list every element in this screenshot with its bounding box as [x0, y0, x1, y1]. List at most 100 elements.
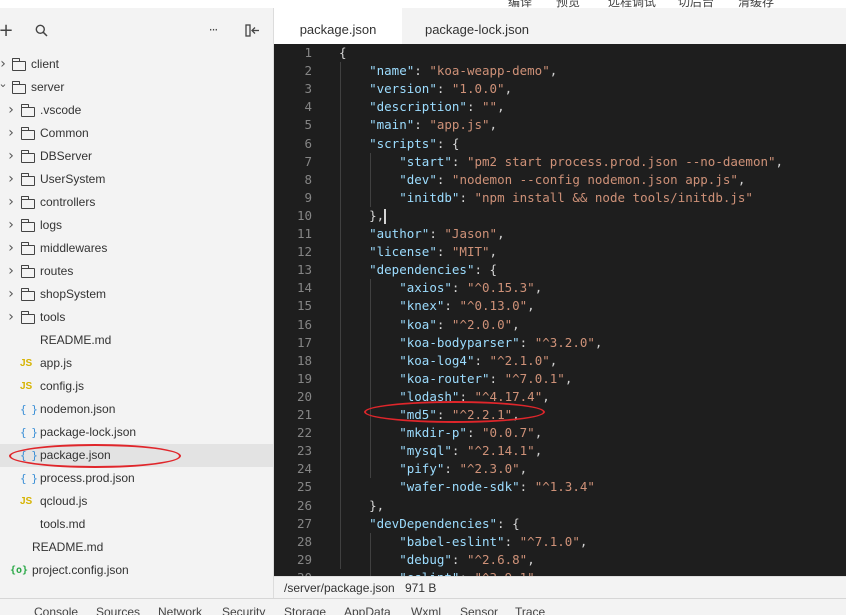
tree-item[interactable]: › client: [0, 53, 273, 76]
code-text: "pify": "^2.3.0",: [339, 460, 527, 478]
top-toolbar-item[interactable]: 清缓存: [738, 0, 774, 8]
folder-icon: [21, 173, 35, 186]
code-line[interactable]: 21 "md5": "^2.2.1",: [274, 406, 846, 424]
code-line[interactable]: 19 "koa-router": "^7.0.1",: [274, 370, 846, 388]
code-line[interactable]: 27 "devDependencies": {: [274, 515, 846, 533]
tree-item[interactable]: › shopSystem: [0, 283, 273, 306]
code-line[interactable]: 6 "scripts": {: [274, 135, 846, 153]
code-token: "axios": [399, 280, 452, 296]
tab-package-json[interactable]: package.json: [274, 8, 402, 44]
code-line[interactable]: 14 "axios": "^0.15.3",: [274, 279, 846, 297]
file-icon: [20, 334, 30, 346]
chevron-right-icon[interactable]: ›: [6, 283, 16, 306]
more-button[interactable]: ···: [202, 16, 224, 44]
tree-item[interactable]: ⌄ server: [0, 76, 273, 99]
code-text: "wafer-node-sdk": "^1.3.4": [339, 478, 595, 496]
tree-item[interactable]: { } process.prod.json: [0, 467, 273, 490]
code-token: "^2.6.8": [466, 551, 528, 567]
code-line[interactable]: 17 "koa-bodyparser": "^3.2.0",: [274, 334, 846, 352]
tree-item[interactable]: › Common: [0, 122, 273, 145]
tree-item[interactable]: › UserSystem: [0, 168, 273, 191]
chevron-right-icon[interactable]: ›: [6, 214, 16, 237]
tree-item[interactable]: tools.md: [0, 513, 273, 536]
top-toolbar-item[interactable]: 远程调试: [608, 0, 656, 8]
code-token: },: [339, 497, 385, 513]
folder-icon: [21, 311, 35, 324]
chevron-right-icon[interactable]: ›: [6, 260, 16, 283]
tree-item[interactable]: › tools: [0, 306, 273, 329]
chevron-right-icon[interactable]: ›: [6, 168, 16, 191]
code-line[interactable]: 8 "dev": "nodemon --config nodemon.json …: [274, 171, 846, 189]
tab-package-lock-json[interactable]: package-lock.json: [402, 8, 552, 44]
code-line[interactable]: 1{: [274, 44, 846, 62]
code-line[interactable]: 10 },: [274, 207, 846, 225]
code-line[interactable]: 26 },: [274, 497, 846, 515]
tree-item[interactable]: › routes: [0, 260, 273, 283]
code-line[interactable]: 16 "koa": "^2.0.0",: [274, 316, 846, 334]
code-line[interactable]: 11 "author": "Jason",: [274, 225, 846, 243]
code-line[interactable]: 18 "koa-log4": "^2.1.0",: [274, 352, 846, 370]
code-line[interactable]: 4 "description": "",: [274, 98, 846, 116]
tree-item[interactable]: README.md: [0, 536, 273, 559]
code-line[interactable]: 30 "eslint": "^3.9.1",: [274, 569, 846, 576]
chevron-right-icon[interactable]: ›: [6, 306, 16, 329]
collapse-panel-button[interactable]: [242, 16, 262, 44]
line-number: 24: [296, 461, 312, 477]
chevron-down-icon[interactable]: ⌄: [0, 72, 8, 95]
search-button[interactable]: [32, 16, 50, 44]
top-toolbar-item[interactable]: 预览: [556, 0, 580, 8]
line-number: 17: [296, 334, 312, 350]
tree-item[interactable]: JS app.js: [0, 352, 273, 375]
tree-item[interactable]: JS config.js: [0, 375, 273, 398]
code-line[interactable]: 29 "debug": "^2.6.8",: [274, 551, 846, 569]
code-token: "babel-eslint": [399, 533, 505, 549]
code-line[interactable]: 13 "dependencies": {: [274, 261, 846, 279]
code-line[interactable]: 23 "mysql": "^2.14.1",: [274, 442, 846, 460]
chevron-right-icon[interactable]: ›: [6, 99, 16, 122]
chevron-right-icon[interactable]: ›: [6, 122, 16, 145]
tree-item[interactable]: {o} project.config.json: [0, 559, 273, 582]
code-line[interactable]: 3 "version": "1.0.0",: [274, 80, 846, 98]
code-token: "license": [369, 244, 437, 260]
top-toolbar-item[interactable]: 切后台: [678, 0, 714, 8]
chevron-right-icon[interactable]: ›: [6, 191, 16, 214]
code-token: : {: [474, 262, 498, 278]
code-token: ,: [489, 117, 498, 133]
code-line[interactable]: 22 "mkdir-p": "0.0.7",: [274, 424, 846, 442]
code-text: "initdb": "npm install && node tools/ini…: [339, 189, 753, 207]
json-file-icon: { }: [20, 426, 38, 439]
chevron-right-icon[interactable]: ›: [6, 237, 16, 260]
code-line[interactable]: 28 "babel-eslint": "^7.1.0",: [274, 533, 846, 551]
code-line[interactable]: 24 "pify": "^2.3.0",: [274, 460, 846, 478]
code-token: ,: [549, 63, 558, 79]
tree-item[interactable]: › DBServer: [0, 145, 273, 168]
tree-item[interactable]: README.md: [0, 329, 273, 352]
add-file-button[interactable]: +: [0, 16, 14, 44]
code-line[interactable]: 12 "license": "MIT",: [274, 243, 846, 261]
plus-icon: +: [0, 19, 14, 41]
tree-item[interactable]: › logs: [0, 214, 273, 237]
code-editor[interactable]: 1{2 "name": "koa-weapp-demo", 3 "version"…: [274, 44, 846, 576]
code-line[interactable]: 5 "main": "app.js",: [274, 116, 846, 134]
code-token: "koa": [399, 316, 437, 332]
code-line[interactable]: 25 "wafer-node-sdk": "^1.3.4": [274, 478, 846, 496]
tree-item[interactable]: JS qcloud.js: [0, 490, 273, 513]
code-line[interactable]: 2 "name": "koa-weapp-demo",: [274, 62, 846, 80]
code-line[interactable]: 15 "knex": "^0.13.0",: [274, 297, 846, 315]
top-toolbar-item[interactable]: 编译: [508, 0, 532, 8]
tree-item[interactable]: { } package-lock.json: [0, 421, 273, 444]
tree-item[interactable]: › controllers: [0, 191, 273, 214]
code-token: :: [459, 189, 475, 205]
tree-item[interactable]: › .vscode: [0, 99, 273, 122]
tree-item[interactable]: › middlewares: [0, 237, 273, 260]
code-line[interactable]: 7 "start": "pm2 start process.prod.json …: [274, 153, 846, 171]
code-line[interactable]: 9 "initdb": "npm install && node tools/i…: [274, 189, 846, 207]
code-token: "npm install && node tools/initdb.js": [474, 189, 753, 205]
tree-item[interactable]: { } nodemon.json: [0, 398, 273, 421]
line-number: 6: [304, 135, 312, 151]
code-token: "^7.1.0": [519, 533, 580, 549]
code-line[interactable]: 20 "lodash": "^4.17.4",: [274, 388, 846, 406]
chevron-right-icon[interactable]: ›: [6, 145, 16, 168]
tree-item-label: nodemon.json: [40, 402, 116, 416]
code-token: "^2.3.0": [459, 461, 520, 477]
